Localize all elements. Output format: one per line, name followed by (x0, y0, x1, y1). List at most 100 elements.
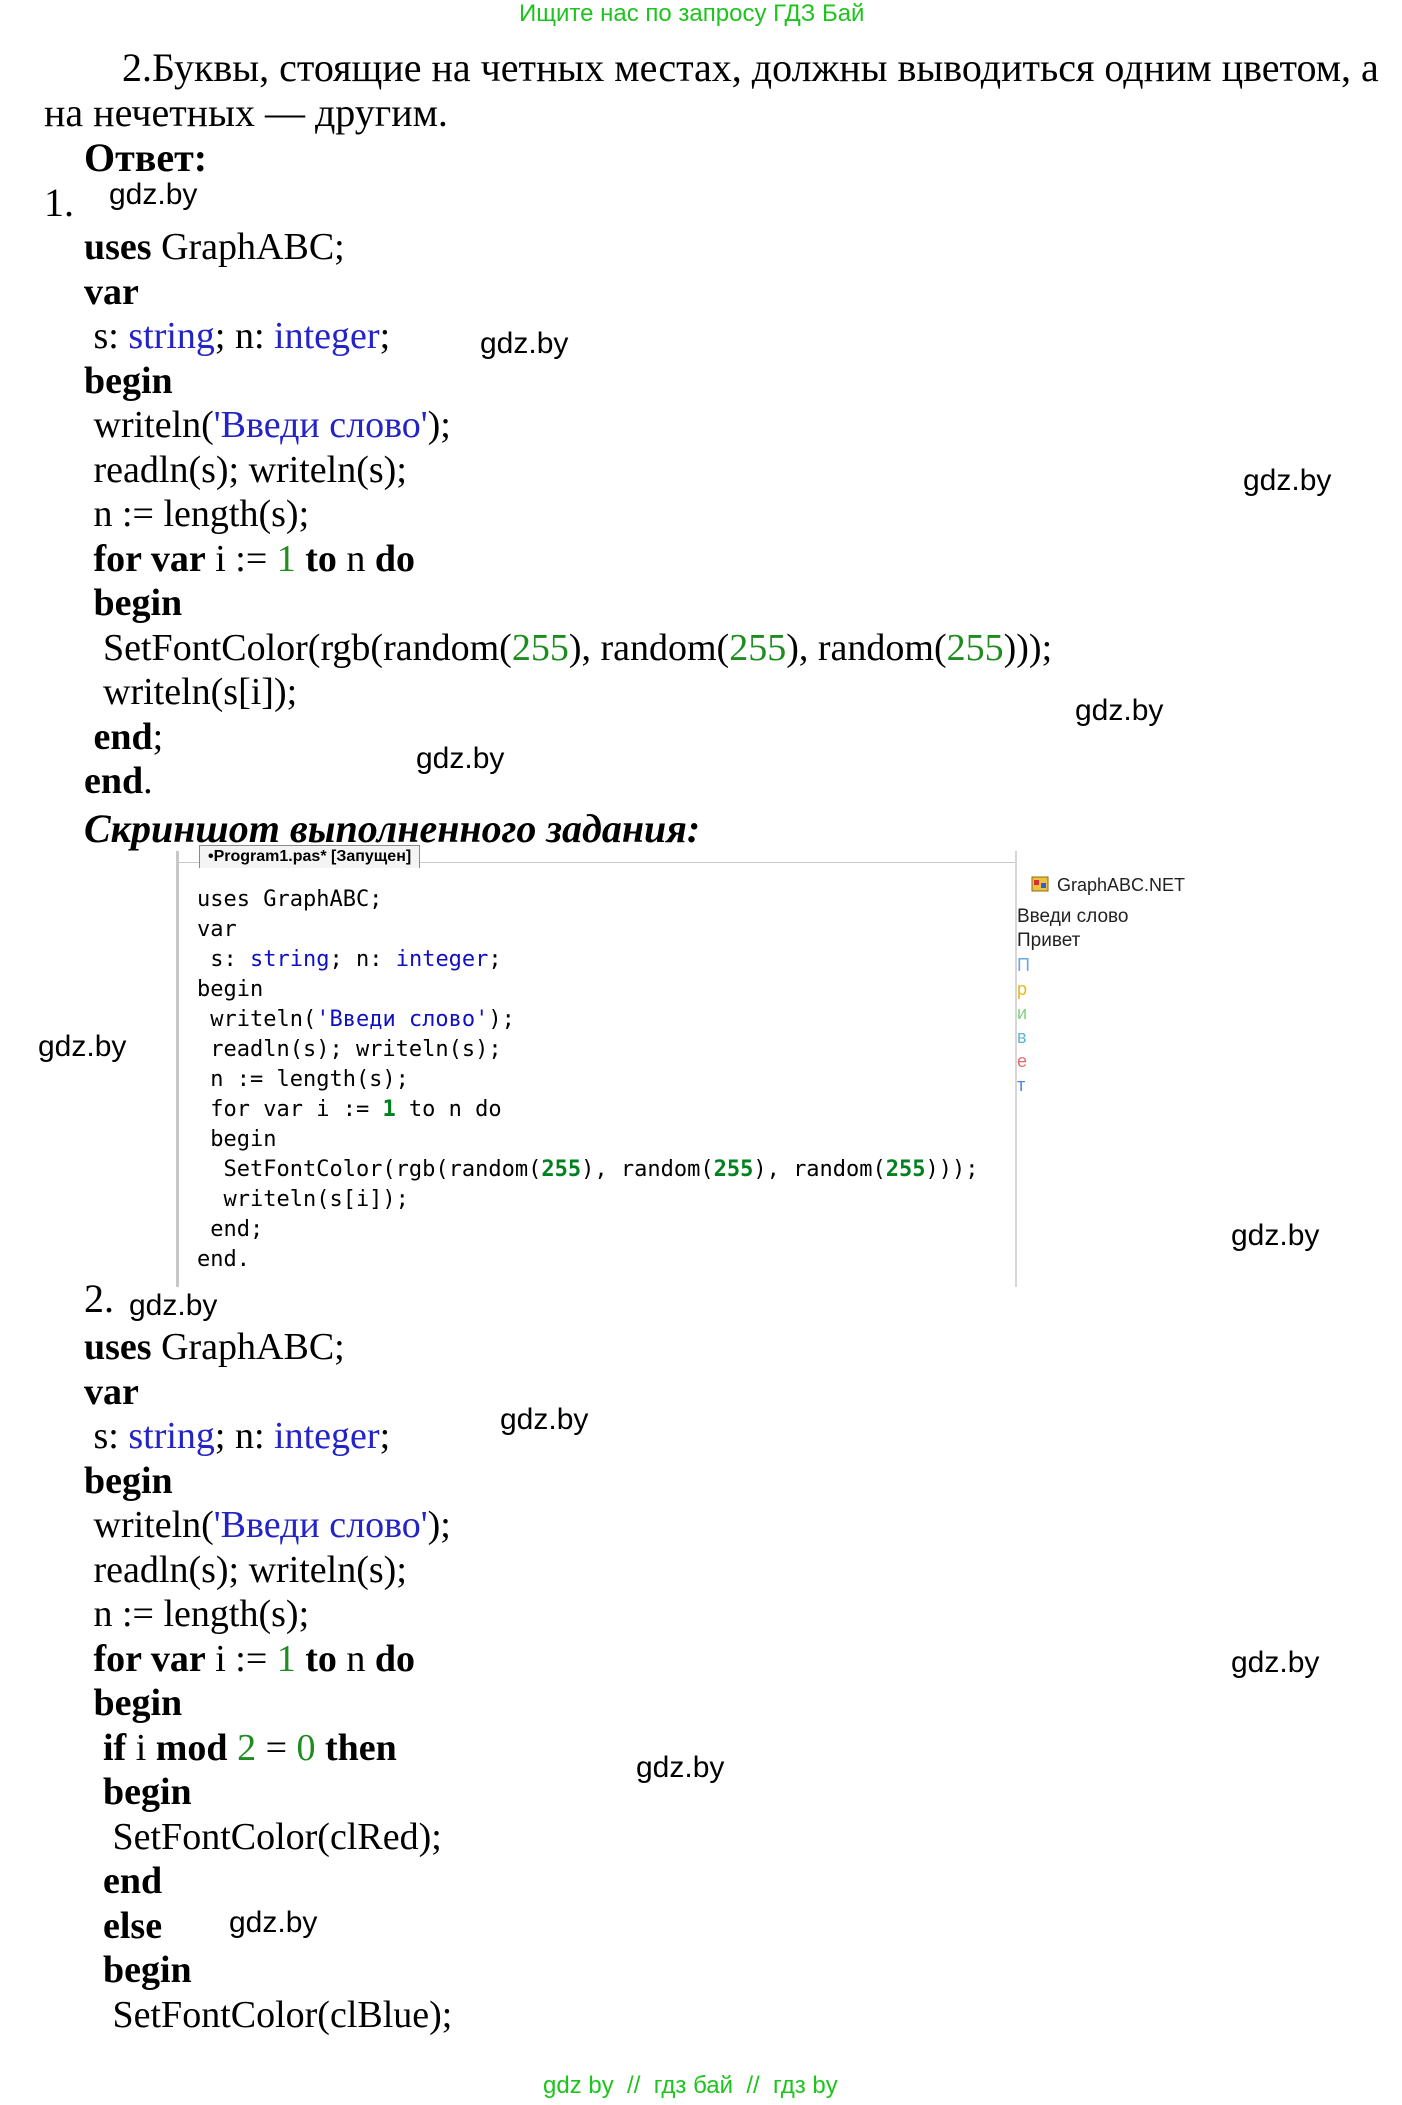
code-line: uses GraphABC; (84, 225, 345, 269)
graphabc-app-icon (1031, 876, 1049, 892)
code-line: readln(s); writeln(s); (84, 449, 407, 491)
header-search-hint: Ищите нас по запросу ГДЗ Бай (519, 0, 865, 27)
code-line: begin (84, 1682, 183, 1724)
editor-string: 'Введи слово' (316, 1007, 489, 1032)
code-text: ), random( (568, 627, 730, 669)
editor-text: ))); (925, 1157, 979, 1182)
number-literal: 1 (276, 1638, 296, 1680)
code-text: GraphABC; (151, 226, 345, 268)
editor-type: string (249, 947, 330, 972)
code-text: ; n: (214, 315, 275, 357)
code-line: for var i := 1 to n do (84, 537, 416, 581)
watermark: gdz.by (480, 327, 569, 360)
code-text: . (143, 760, 153, 802)
footer-links: gdz by // гдз бай // гдз by (543, 2072, 838, 2099)
code-line: writeln('Введи слово'); (84, 403, 451, 447)
editor-text: to n do (395, 1097, 502, 1122)
editor-line: begin (197, 977, 264, 1002)
keyword: mod (155, 1727, 228, 1769)
code-text: s: (84, 315, 129, 357)
output-letter: в (1017, 1027, 1027, 1047)
keyword: end (84, 716, 153, 758)
code-text: ; (379, 1415, 391, 1457)
graphabc-output-window: GraphABC.NET Введи слово Привет Привет (1015, 851, 1257, 1287)
code-line: var (84, 1371, 139, 1413)
keyword: if (84, 1727, 127, 1769)
code-line: else (84, 1905, 163, 1947)
type-name: integer (274, 1415, 380, 1457)
editor-number: 255 (541, 1157, 582, 1182)
task-text-line1: 2.Буквы, стоящие на четных местах, должн… (122, 45, 1379, 90)
code-text: = (256, 1727, 297, 1769)
editor-line: end. (197, 1247, 250, 1272)
number-literal: 255 (946, 627, 1004, 669)
output-letter: и (1017, 1003, 1028, 1023)
output-window-title: GraphABC.NET (1057, 875, 1186, 895)
number-literal: 255 (511, 627, 569, 669)
code-line: writeln(s[i]); (84, 671, 298, 713)
keyword: do (374, 538, 416, 580)
output-letter: р (1017, 979, 1028, 999)
watermark: gdz.by (229, 1906, 318, 1939)
code-line: if i mod 2 = 0 then (84, 1726, 397, 1770)
code-line: uses GraphABC; (84, 1325, 345, 1369)
editor-line: end; (197, 1217, 264, 1242)
keyword: for var (84, 538, 206, 580)
code-text: ))); (1003, 627, 1053, 669)
number-literal: 1 (276, 538, 296, 580)
string-literal: 'Введи слово' (213, 1504, 428, 1546)
code-line: end. (84, 759, 153, 803)
watermark: gdz.by (500, 1403, 589, 1436)
editor-line: begin (197, 1127, 277, 1152)
editor-text: ; (488, 947, 502, 972)
editor-text: writeln( (197, 1007, 317, 1032)
editor-line: s: string; n: integer; (197, 945, 502, 975)
code-line: SetFontColor(clBlue); (84, 1994, 453, 2036)
code-text: n (336, 1638, 375, 1680)
number-literal: 0 (296, 1727, 316, 1769)
code-text: i := (205, 1638, 277, 1680)
code-line: readln(s); writeln(s); (84, 1549, 407, 1591)
keyword: to (295, 1638, 337, 1680)
code-line: begin (84, 582, 183, 624)
editor-text: ), random( (581, 1157, 714, 1182)
watermark: gdz.by (38, 1030, 127, 1063)
editor-text: ), random( (753, 1157, 886, 1182)
watermark: gdz.by (636, 1751, 725, 1784)
editor-text: s: (197, 947, 250, 972)
editor-line: SetFontColor(rgb(random(255), random(255… (197, 1155, 979, 1185)
editor-text: ); (488, 1007, 515, 1032)
code-line: var (84, 271, 139, 313)
code-text: ; n: (214, 1415, 275, 1457)
code-text: GraphABC; (151, 1326, 345, 1368)
watermark: gdz.by (1231, 1219, 1320, 1252)
keyword: uses (84, 226, 152, 268)
string-literal: 'Введи слово' (213, 404, 428, 446)
editor-line: var (197, 917, 237, 942)
code-line: s: string; n: integer; (84, 314, 391, 358)
item-number-2: 2. (84, 1276, 114, 1321)
number-literal: 2 (237, 1727, 257, 1769)
editor-line: writeln('Введи слово'); (197, 1005, 515, 1035)
code-text: i := (205, 538, 277, 580)
code-text: ); (427, 404, 451, 446)
watermark: gdz.by (1075, 694, 1164, 727)
code-line: for var i := 1 to n do (84, 1637, 416, 1681)
editor-type: integer (395, 947, 489, 972)
editor-line: uses GraphABC; (197, 887, 383, 912)
keyword: then (315, 1727, 397, 1769)
output-line: Введи слово (1017, 906, 1129, 927)
task-text-line2: на нечетных — другим. (44, 90, 448, 135)
editor-text: SetFontColor(rgb(random( (197, 1157, 542, 1182)
editor-line: n := length(s); (197, 1067, 409, 1092)
code-line: begin (84, 1460, 173, 1502)
code-line: begin (84, 360, 173, 402)
code-line: SetFontColor(clRed); (84, 1816, 442, 1858)
code-text: n (336, 538, 375, 580)
code-text: writeln( (84, 404, 214, 446)
editor-number: 1 (382, 1097, 396, 1122)
code-line: end; (84, 715, 164, 759)
type-name: string (128, 315, 215, 357)
watermark: gdz.by (1231, 1646, 1320, 1679)
